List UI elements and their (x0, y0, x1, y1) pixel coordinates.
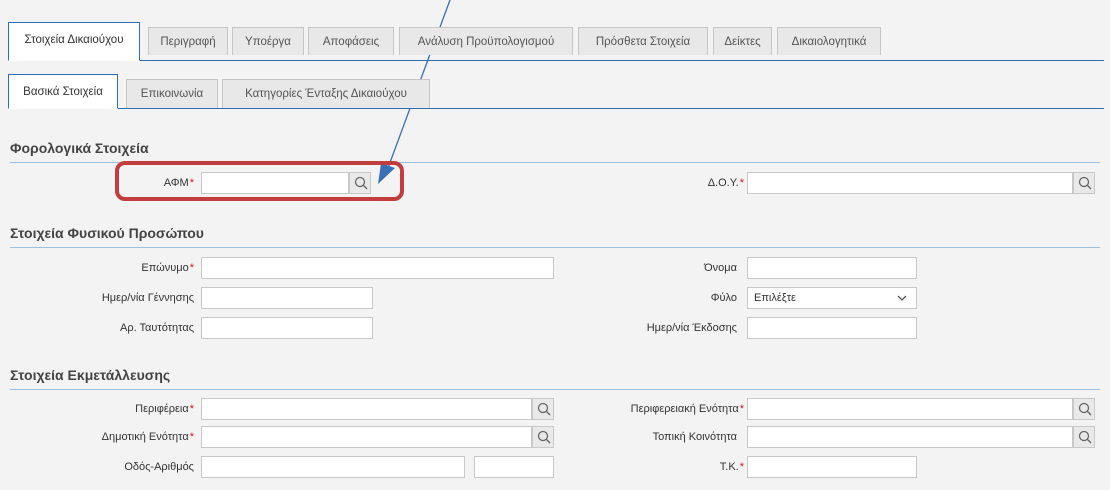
tab-beneficiary-categories[interactable]: Κατηγορίες Ένταξης Δικαιούχου (222, 79, 430, 108)
region-input[interactable] (201, 398, 532, 420)
required-marker: * (189, 262, 194, 274)
section-title-person: Στοιχεία Φυσικού Προσώπου (10, 225, 1100, 248)
chevron-down-icon (897, 295, 907, 301)
surname-label: Επώνυμο* (141, 262, 194, 274)
postal-code-label: Τ.Κ.* (719, 461, 744, 473)
doy-input[interactable] (747, 172, 1073, 194)
required-marker: * (739, 403, 744, 415)
required-marker: * (739, 177, 744, 189)
postal-code-input[interactable] (747, 456, 917, 478)
municipal-unit-search-button[interactable] (532, 426, 554, 448)
tab-indicators[interactable]: Δείκτες (713, 27, 772, 55)
street-label: Οδός-Αριθμός (124, 461, 194, 473)
required-marker: * (189, 403, 194, 415)
region-search-button[interactable] (532, 398, 554, 420)
tab-basic-data[interactable]: Βασικά Στοιχεία (8, 74, 118, 109)
annotation-highlight-box (115, 161, 404, 201)
doy-label: Δ.Ο.Υ.* (707, 177, 744, 189)
section-title-tax: Φορολογικά Στοιχεία (10, 140, 1100, 163)
tab-description[interactable]: Περιγραφή (148, 27, 228, 55)
street-input[interactable] (201, 456, 465, 478)
gender-label: Φύλο (710, 292, 737, 304)
tab-subprojects[interactable]: Υποέργα (232, 27, 304, 55)
name-label: Όνομα (704, 262, 737, 274)
search-icon (537, 402, 551, 416)
name-input[interactable] (747, 257, 917, 279)
search-icon (537, 430, 551, 444)
birthdate-input[interactable] (201, 287, 373, 309)
section-title-farm: Στοιχεία Εκμετάλλευσης (10, 367, 1100, 390)
search-icon (1078, 402, 1092, 416)
required-marker: * (189, 431, 194, 443)
search-icon (1078, 430, 1092, 444)
tab-decisions[interactable]: Αποφάσεις (308, 27, 394, 55)
region-label: Περιφέρεια* (135, 403, 194, 415)
tab-beneficiary-data[interactable]: Στοιχεία Δικαιούχου (8, 22, 140, 61)
tab-additional-data[interactable]: Πρόσθετα Στοιχεία (578, 27, 708, 55)
id-number-label: Αρ. Ταυτότητας (119, 322, 194, 334)
tab-budget-analysis[interactable]: Ανάλυση Προϋπολογισμού (399, 27, 573, 55)
local-community-label: Τοπική Κοινότητα (652, 431, 737, 443)
local-community-input[interactable] (747, 426, 1073, 448)
issue-date-input[interactable] (747, 317, 917, 339)
local-community-search-button[interactable] (1073, 426, 1095, 448)
street-number-input[interactable] (474, 456, 554, 478)
issue-date-label: Ημερ/νία Έκδοσης (646, 322, 737, 334)
gender-selected-value: Επιλέξτε (754, 292, 796, 304)
main-tab-bar: Στοιχεία Δικαιούχου Περιγραφή Υποέργα Απ… (8, 22, 1104, 61)
tab-contact[interactable]: Επικοινωνία (126, 79, 218, 108)
sub-tab-bar: Βασικά Στοιχεία Επικοινωνία Κατηγορίες Έ… (8, 74, 1104, 109)
regional-unit-search-button[interactable] (1073, 398, 1095, 420)
regional-unit-input[interactable] (747, 398, 1073, 420)
required-marker: * (739, 461, 744, 473)
tab-supporting-documents[interactable]: Δικαιολογητικά (777, 27, 881, 55)
id-number-input[interactable] (201, 317, 373, 339)
search-icon (1078, 176, 1092, 190)
birthdate-label: Ημερ/νία Γέννησης (101, 292, 194, 304)
doy-search-button[interactable] (1073, 172, 1095, 194)
municipal-unit-label: Δημοτική Ενότητα* (101, 431, 194, 443)
gender-select[interactable]: Επιλέξτε (747, 287, 917, 309)
municipal-unit-input[interactable] (201, 426, 532, 448)
surname-input[interactable] (201, 257, 554, 279)
regional-unit-label: Περιφερειακή Ενότητα* (630, 403, 744, 415)
